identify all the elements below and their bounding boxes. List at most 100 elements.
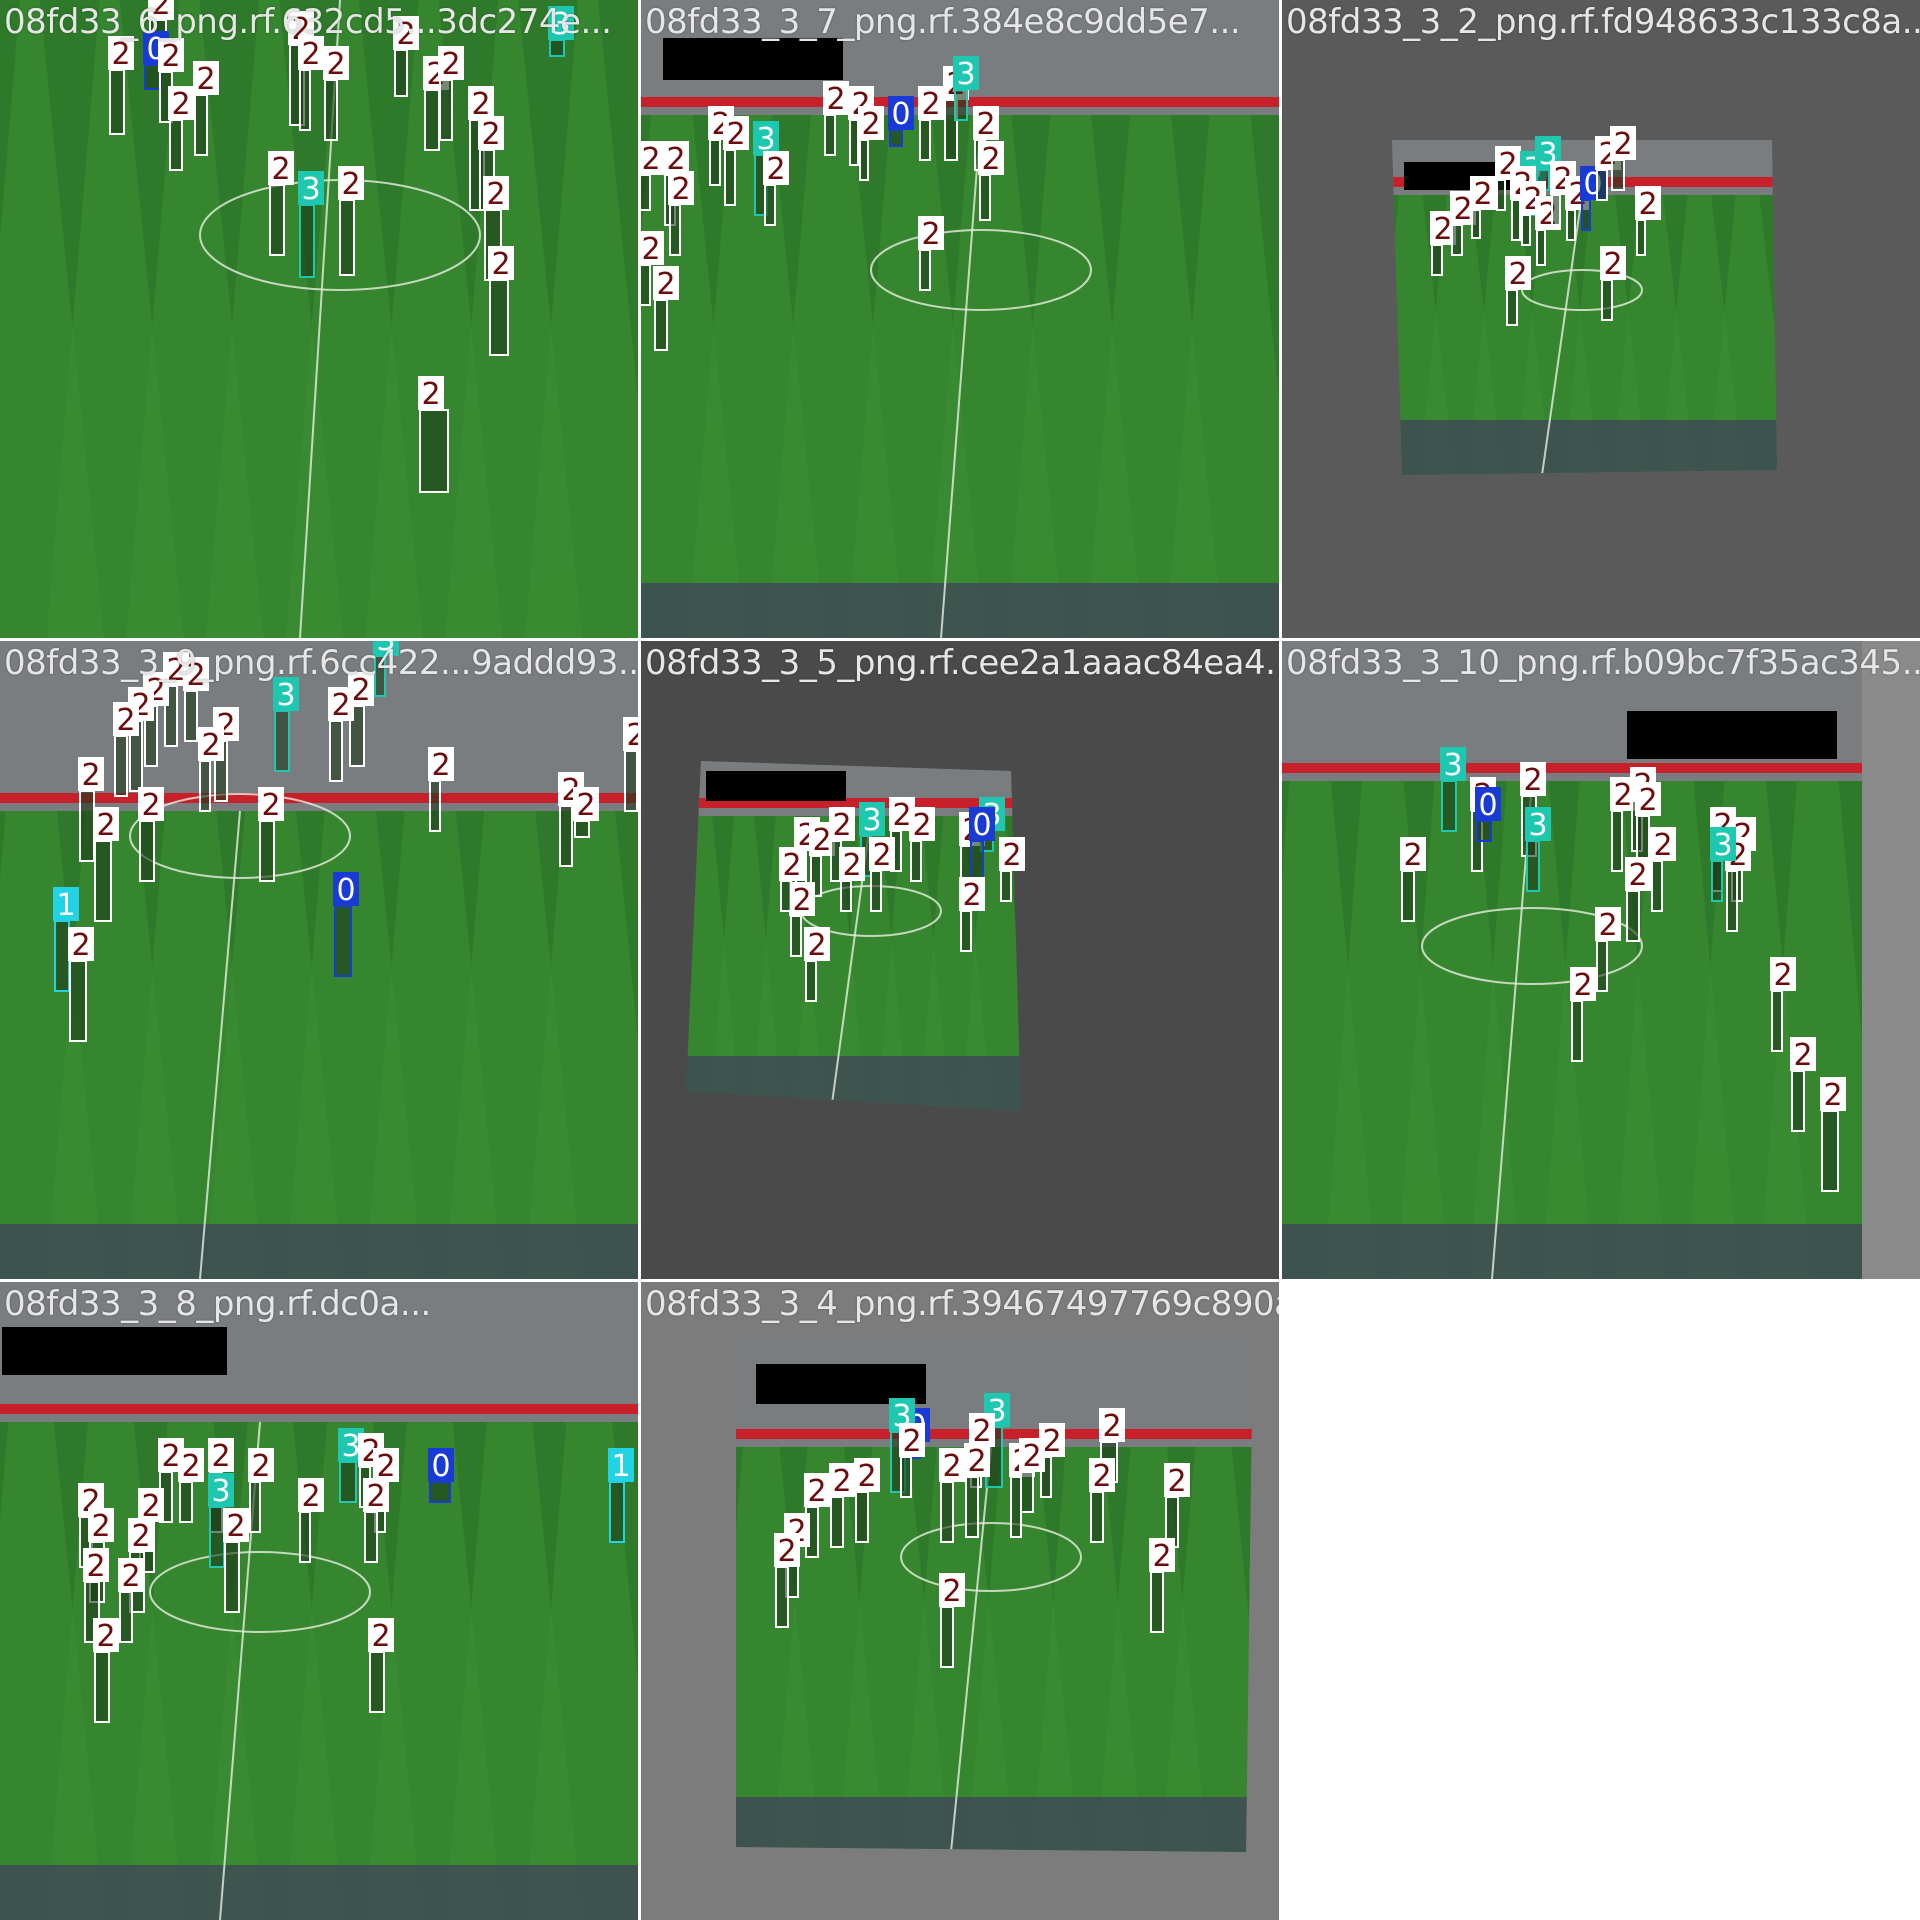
class-label-text: 2 bbox=[301, 37, 320, 72]
player-figure bbox=[832, 842, 840, 880]
player-figure bbox=[441, 81, 451, 139]
class-label-text: 2 bbox=[812, 823, 831, 858]
class-label-text: 2 bbox=[341, 167, 360, 202]
tile-6-canvas: 32203222222222222223 bbox=[1282, 641, 1920, 1279]
dugout-bench-area bbox=[0, 1865, 638, 1920]
player-figure bbox=[792, 917, 800, 955]
class-label-text: 2 bbox=[71, 928, 90, 963]
class-label-text: 2 bbox=[271, 152, 290, 187]
class-label-text: 2 bbox=[892, 798, 911, 833]
player-figure bbox=[331, 722, 341, 780]
dugout-bench-area bbox=[1282, 1224, 1862, 1279]
player-figure bbox=[251, 1483, 259, 1531]
class-label-text: 2 bbox=[166, 653, 185, 688]
class-label-text: 2 bbox=[792, 883, 811, 918]
class-label-text: 2 bbox=[226, 1509, 245, 1544]
player-figure bbox=[116, 737, 126, 795]
image-tile-5: 2223222302222222 08fd33_3_5_png.rf.cee2a… bbox=[641, 641, 1279, 1279]
class-label-text: 3 bbox=[301, 172, 320, 207]
class-label-text: 2 bbox=[1613, 778, 1632, 813]
player-figure bbox=[611, 1483, 623, 1541]
player-figure bbox=[1092, 1493, 1102, 1541]
class-label-text: 3 bbox=[276, 678, 295, 713]
class-label-text: 2 bbox=[1433, 212, 1452, 247]
empty-tile bbox=[1282, 1282, 1920, 1920]
class-label-text: 2 bbox=[671, 172, 690, 207]
player-figure bbox=[1022, 1473, 1032, 1511]
player-figure bbox=[71, 962, 85, 1040]
player-figure bbox=[1628, 892, 1638, 940]
class-label-text: 2 bbox=[861, 107, 880, 142]
class-label-text: 2 bbox=[86, 1549, 105, 1584]
player-figure bbox=[1478, 822, 1490, 840]
class-label-text: 3 bbox=[1528, 808, 1547, 843]
class-label-text: 2 bbox=[1508, 257, 1527, 292]
class-label-text: 2 bbox=[1603, 247, 1622, 282]
player-figure bbox=[121, 1593, 131, 1641]
class-label-text: 3 bbox=[1713, 828, 1732, 863]
player-figure bbox=[656, 301, 666, 349]
player-figure bbox=[1538, 231, 1544, 264]
player-figure bbox=[1823, 1112, 1837, 1190]
player-figure bbox=[1508, 291, 1516, 324]
player-figure bbox=[1598, 171, 1606, 199]
tile-4-canvas: 2222232322222222201222 bbox=[0, 641, 638, 1279]
class-label-text: 2 bbox=[251, 1449, 270, 1484]
player-figure bbox=[962, 912, 970, 950]
class-label-text: 2 bbox=[481, 117, 500, 152]
class-label-text: 2 bbox=[111, 37, 130, 72]
player-figure bbox=[341, 1463, 355, 1501]
tile-2-canvas: 2222322222022322222 bbox=[641, 0, 1279, 638]
player-figure bbox=[326, 81, 336, 139]
class-label-text: 2 bbox=[1152, 1539, 1171, 1574]
player-figure bbox=[491, 281, 507, 354]
class-label-text: 2 bbox=[1653, 828, 1672, 863]
player-figure bbox=[341, 201, 353, 274]
class-label-text: 2 bbox=[1022, 1439, 1041, 1474]
player-figure bbox=[81, 792, 93, 860]
player-figure bbox=[891, 131, 901, 145]
class-label-text: 2 bbox=[766, 152, 785, 187]
player-figure bbox=[301, 206, 313, 276]
class-label-text: 2 bbox=[421, 377, 440, 412]
player-figure bbox=[366, 1513, 376, 1561]
class-label-text: 2 bbox=[872, 838, 891, 873]
player-figure bbox=[842, 882, 850, 910]
advertising-banner bbox=[0, 793, 638, 803]
class-label-text: 2 bbox=[656, 267, 675, 302]
class-label-text: 2 bbox=[782, 848, 801, 883]
player-figure bbox=[1568, 211, 1574, 239]
player-figure bbox=[1793, 1072, 1803, 1130]
class-label-text: 2 bbox=[131, 1519, 150, 1554]
player-figure bbox=[967, 1478, 977, 1536]
player-figure bbox=[276, 712, 288, 770]
class-label-text: 2 bbox=[1092, 1459, 1111, 1494]
player-figure bbox=[431, 782, 439, 830]
tile-7-canvas: 32 2 2 2322 0 122222 22222 2 bbox=[0, 1282, 638, 1920]
class-label-text: 2 bbox=[1102, 1409, 1121, 1444]
class-label-text: 2 bbox=[1638, 187, 1657, 222]
player-figure bbox=[807, 962, 815, 1000]
class-label-text: 2 bbox=[641, 232, 660, 267]
class-label-text: 2 bbox=[301, 1479, 320, 1514]
class-label-text: 2 bbox=[832, 1464, 851, 1499]
class-label-text: 2 bbox=[1628, 858, 1647, 893]
class-label-text: 2 bbox=[261, 788, 280, 823]
player-figure bbox=[1603, 281, 1611, 319]
class-label-text: 2 bbox=[1403, 838, 1422, 873]
class-label-text: 2 bbox=[1167, 1464, 1186, 1499]
redaction-box bbox=[2, 1327, 227, 1375]
class-label-text: 2 bbox=[171, 87, 190, 122]
class-label-text: 2 bbox=[1613, 127, 1632, 162]
player-figure bbox=[626, 752, 636, 810]
player-figure bbox=[726, 151, 734, 204]
player-figure bbox=[921, 121, 929, 159]
player-figure bbox=[261, 822, 273, 880]
player-figure bbox=[96, 842, 110, 920]
class-label-text: 2 bbox=[91, 1509, 110, 1544]
class-label-text: 2 bbox=[857, 1459, 876, 1494]
player-figure bbox=[1728, 872, 1736, 930]
class-label-text: 2 bbox=[151, 0, 170, 22]
player-figure bbox=[56, 922, 68, 990]
class-label-text: 0 bbox=[336, 873, 355, 908]
